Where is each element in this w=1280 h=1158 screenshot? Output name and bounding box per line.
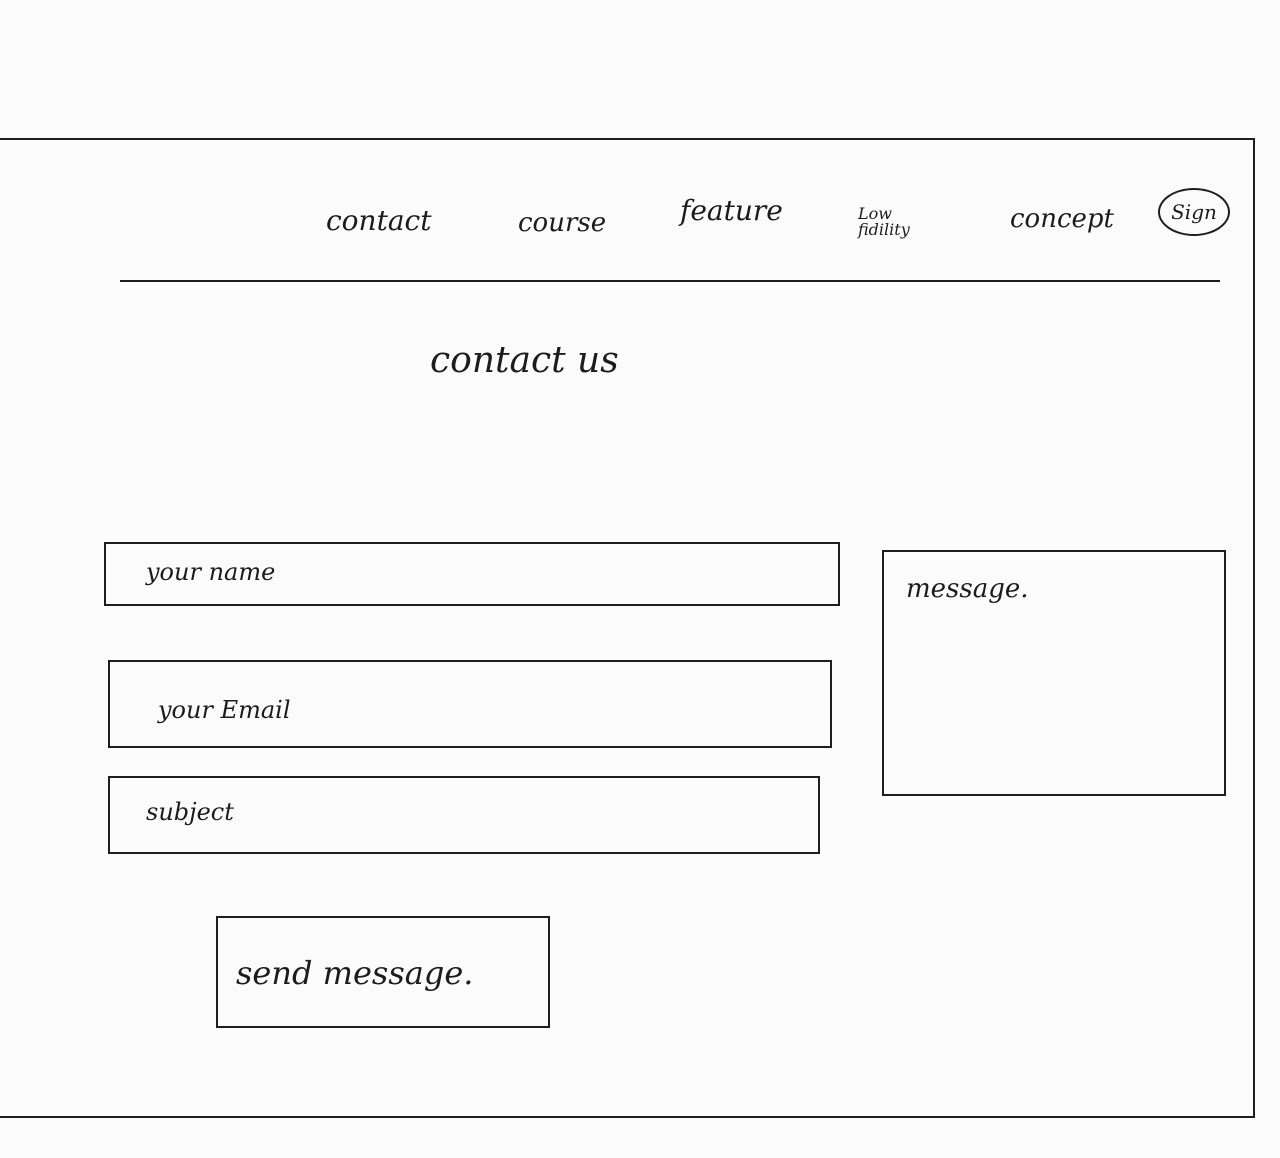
email-input[interactable]: your Email <box>108 660 832 748</box>
nav-item-feature[interactable]: feature <box>680 194 783 227</box>
name-input[interactable]: your name <box>104 542 840 606</box>
top-nav: contact course feature Low fidility conc… <box>120 180 1230 282</box>
nav-item-contact[interactable]: contact <box>326 204 431 237</box>
nav-item-course[interactable]: course <box>518 208 606 238</box>
nav-item-low-fidility[interactable]: Low fidility <box>858 206 910 238</box>
nav-item-fidility-label: fidility <box>858 220 910 239</box>
nav-item-concept[interactable]: concept <box>1010 204 1114 234</box>
send-message-button[interactable]: send message. <box>216 916 550 1028</box>
message-textarea[interactable]: message. <box>882 550 1226 796</box>
subject-input[interactable]: subject <box>108 776 820 854</box>
sign-button[interactable]: Sign <box>1158 188 1230 236</box>
page-title: contact us <box>430 340 619 381</box>
